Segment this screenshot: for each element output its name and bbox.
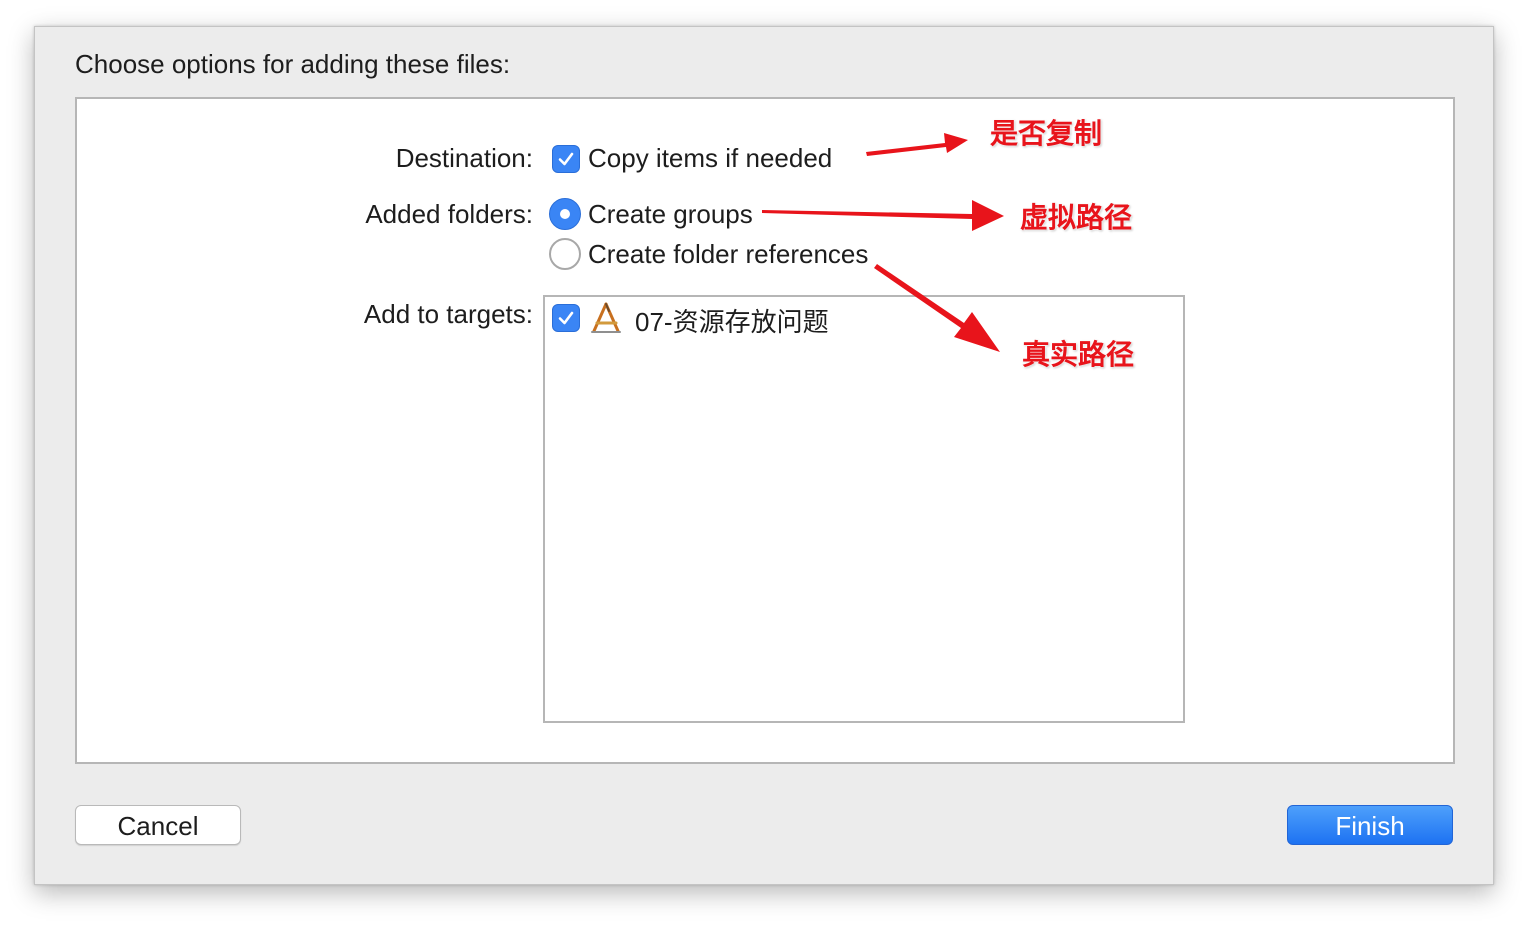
annotation-references: 真实路径 xyxy=(1022,338,1135,371)
arrow-groups-annotation xyxy=(762,200,1004,231)
annotation-groups: 虚拟路径 xyxy=(1020,201,1133,234)
annotation-arrows xyxy=(762,133,1004,352)
arrow-copy-annotation xyxy=(866,133,968,156)
annotation-copy: 是否复制 xyxy=(990,117,1103,150)
arrow-references-annotation xyxy=(874,264,1000,352)
